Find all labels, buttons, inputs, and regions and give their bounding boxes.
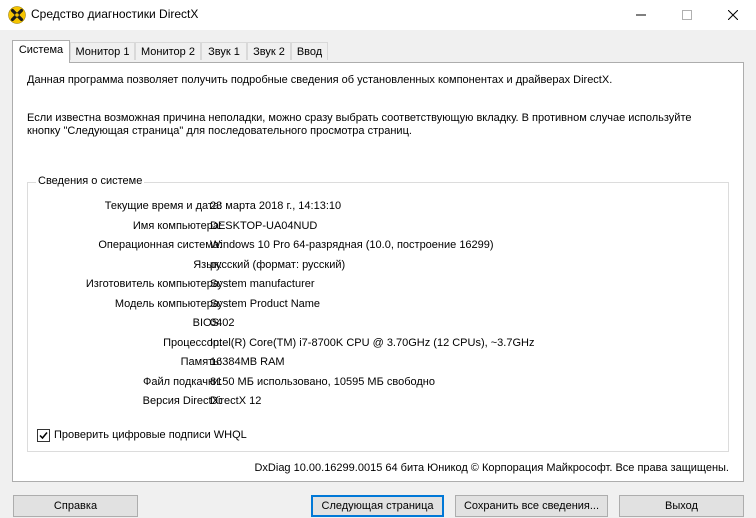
info-label: Модель компьютера:: [114, 297, 222, 310]
tab-sound-1[interactable]: Звук 1: [201, 42, 247, 60]
title-bar: Средство диагностики DirectX: [0, 0, 756, 30]
minimize-icon: [636, 14, 646, 16]
directx-icon: [8, 6, 26, 24]
tab-input[interactable]: Ввод: [291, 42, 328, 60]
info-row-pagefile: Файл подкачки: 8150 МБ использовано, 105…: [28, 376, 730, 390]
info-label: Текущие время и дата:: [104, 200, 222, 212]
next-page-button[interactable]: Следующая страница: [311, 495, 444, 517]
info-row-language: Язык: русский (формат: русский): [28, 259, 730, 273]
save-all-button[interactable]: Сохранить все сведения...: [455, 495, 608, 517]
info-row-directx: Версия DirectX: DirectX 12: [28, 395, 730, 409]
info-label: Операционная система:: [98, 239, 222, 251]
info-row-memory: Память: 16384MB RAM: [28, 356, 730, 370]
group-legend: Сведения о системе: [36, 175, 145, 187]
minimize-button[interactable]: [618, 0, 664, 30]
tab-monitor-2[interactable]: Монитор 2: [135, 42, 201, 60]
maximize-icon: [682, 10, 692, 20]
info-value: 23 марта 2018 г., 14:13:10: [210, 200, 342, 212]
info-value: DirectX 12: [210, 395, 262, 407]
info-value: 16384MB RAM: [210, 356, 285, 368]
info-row-processor: Процессор: Intel(R) Core(TM) i7-8700K CP…: [28, 337, 730, 351]
info-label: Изготовитель компьютера:: [85, 278, 222, 290]
info-label: Имя компьютера:: [132, 219, 222, 232]
info-row-model: Модель компьютера: System Product Name: [28, 298, 730, 312]
window-title: Средство диагностики DirectX: [31, 7, 199, 21]
intro-text: Данная программа позволяет получить подр…: [27, 74, 613, 86]
info-value: 0402: [210, 317, 235, 329]
info-row-computer-name: Имя компьютера: DESKTOP-UA04NUD: [28, 220, 730, 234]
info-row-os: Операционная система: Windows 10 Pro 64-…: [28, 239, 730, 253]
info-value: 8150 МБ использовано, 10595 МБ свободно: [210, 375, 435, 388]
system-tab-panel: Данная программа позволяет получить подр…: [12, 62, 744, 482]
tab-sound-2[interactable]: Звук 2: [247, 42, 291, 60]
system-info-group: Сведения о системе Текущие время и дата:…: [27, 175, 730, 452]
maximize-button[interactable]: [664, 0, 710, 30]
tab-monitor-1[interactable]: Монитор 1: [70, 42, 135, 60]
tab-system[interactable]: Система: [12, 40, 70, 63]
help-button[interactable]: Справка: [13, 495, 138, 517]
info-row-manufacturer: Изготовитель компьютера: System manufact…: [28, 278, 730, 292]
info-row-bios: BIOS: 0402: [28, 317, 730, 331]
close-button[interactable]: [710, 0, 756, 30]
info-value: Intel(R) Core(TM) i7-8700K CPU @ 3.70GHz…: [210, 336, 535, 349]
exit-button[interactable]: Выход: [619, 495, 744, 517]
info-value: System manufacturer: [210, 278, 315, 290]
checkmark-icon: [39, 432, 48, 440]
close-icon: [728, 10, 738, 20]
info-value: Windows 10 Pro 64-разрядная (10.0, постр…: [210, 239, 494, 251]
intro-hint: Если известна возможная причина неполадк…: [27, 112, 692, 137]
info-value: DESKTOP-UA04NUD: [210, 219, 318, 232]
info-row-datetime: Текущие время и дата: 23 марта 2018 г., …: [28, 200, 730, 214]
whql-checkbox-label: Проверить цифровые подписи WHQL: [54, 429, 247, 441]
copyright-text: DxDiag 10.00.16299.0015 64 бита Юникод ©…: [254, 462, 729, 474]
info-value: русский (формат: русский): [210, 258, 346, 271]
whql-checkbox[interactable]: [37, 429, 50, 442]
info-value: System Product Name: [210, 297, 321, 310]
